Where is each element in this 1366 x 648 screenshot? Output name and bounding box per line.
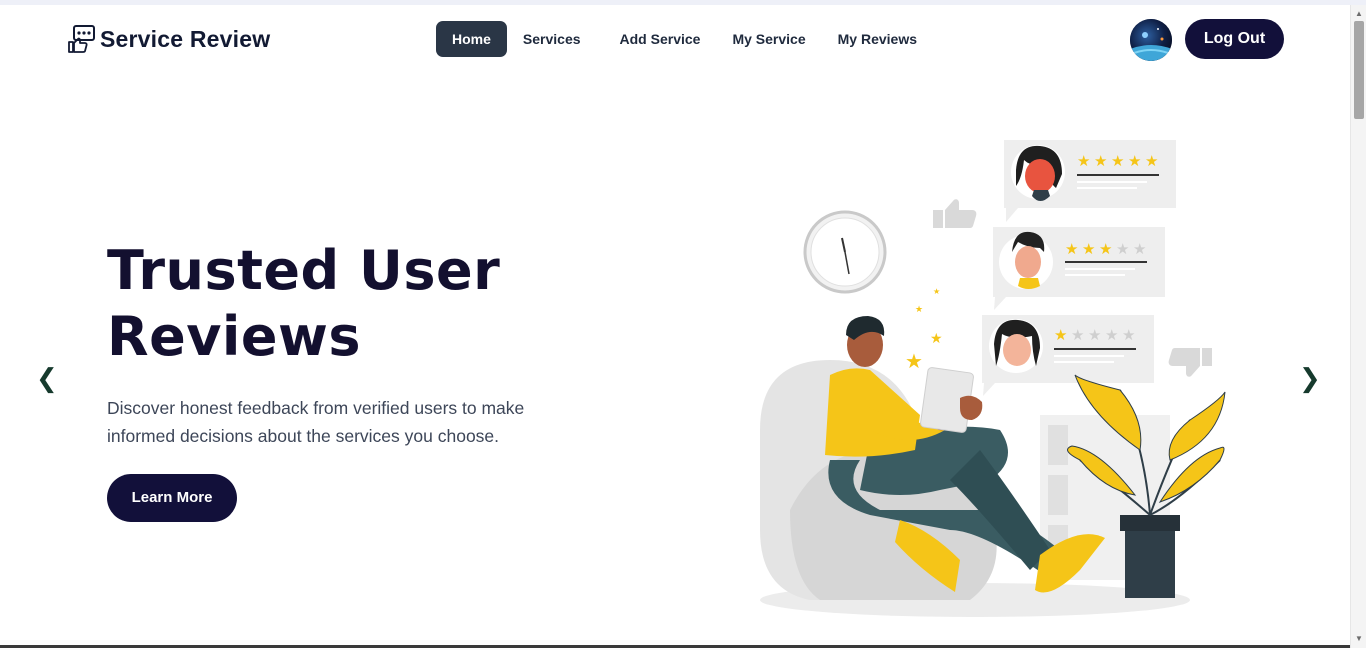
- svg-text:★: ★: [915, 304, 923, 314]
- svg-text:★: ★: [1128, 153, 1141, 170]
- user-avatar[interactable]: [1130, 19, 1172, 61]
- brand[interactable]: Service Review: [66, 24, 270, 54]
- scroll-up-icon[interactable]: ▲: [1351, 7, 1366, 21]
- svg-text:★: ★: [1105, 327, 1118, 344]
- carousel-prev-arrow[interactable]: ❮: [36, 364, 58, 392]
- svg-text:★: ★: [1088, 327, 1101, 344]
- nav-add-service[interactable]: Add Service: [597, 21, 717, 57]
- nav-my-service[interactable]: My Service: [716, 21, 821, 57]
- nav-my-reviews[interactable]: My Reviews: [822, 21, 933, 57]
- svg-text:★: ★: [1099, 241, 1112, 258]
- svg-text:★: ★: [1122, 327, 1135, 344]
- page-scrollbar[interactable]: ▲ ▼: [1350, 5, 1366, 648]
- svg-text:★: ★: [1111, 153, 1124, 170]
- thumbs-up-icon: [933, 199, 977, 228]
- svg-text:★: ★: [1082, 241, 1095, 258]
- logout-button[interactable]: Log Out: [1185, 19, 1284, 59]
- svg-text:★: ★: [1133, 241, 1146, 258]
- svg-text:★: ★: [1094, 153, 1107, 170]
- hero-illustration: ★ ★ ★ ★ ★ ★ ★ ★ ★ ★ ★ ★ ★ ★ ★ ★ ★ ★ ★: [760, 140, 1226, 617]
- svg-text:★: ★: [1071, 327, 1084, 344]
- hero-description: Discover honest feedback from verified u…: [107, 398, 525, 446]
- nav-home[interactable]: Home: [436, 21, 507, 57]
- avatar-image-icon: [1130, 19, 1172, 61]
- svg-text:★: ★: [933, 287, 940, 296]
- floating-stars: ★ ★ ★ ★: [905, 287, 943, 373]
- brand-name: Service Review: [100, 25, 271, 52]
- svg-text:★: ★: [1065, 241, 1078, 258]
- nav-services[interactable]: Services: [507, 21, 597, 57]
- svg-text:★: ★: [905, 351, 923, 373]
- scroll-down-icon[interactable]: ▼: [1351, 632, 1366, 646]
- hero-title: Trusted User Reviews: [107, 239, 501, 368]
- svg-text:★: ★: [1145, 153, 1158, 170]
- learn-more-button[interactable]: Learn More: [107, 474, 237, 522]
- svg-text:★: ★: [1116, 241, 1129, 258]
- svg-text:★: ★: [1077, 153, 1090, 170]
- carousel-next-arrow[interactable]: ❯: [1299, 364, 1321, 392]
- main-nav: Home Services Add Service My Service My …: [436, 21, 933, 57]
- svg-text:★: ★: [930, 330, 943, 346]
- review-card-3-stars: ★ ★ ★ ★ ★: [993, 227, 1165, 310]
- review-card-1-star: ★ ★ ★ ★ ★: [982, 315, 1154, 396]
- review-card-5-stars: ★ ★ ★ ★ ★: [1004, 140, 1176, 222]
- thumbs-down-icon: [1168, 348, 1212, 377]
- scroll-thumb[interactable]: [1354, 21, 1364, 119]
- clock-icon: [803, 210, 887, 294]
- review-board-icon: [68, 25, 95, 53]
- svg-text:★: ★: [1054, 327, 1067, 344]
- navbar: Service Review Home Services Add Service…: [0, 5, 1350, 75]
